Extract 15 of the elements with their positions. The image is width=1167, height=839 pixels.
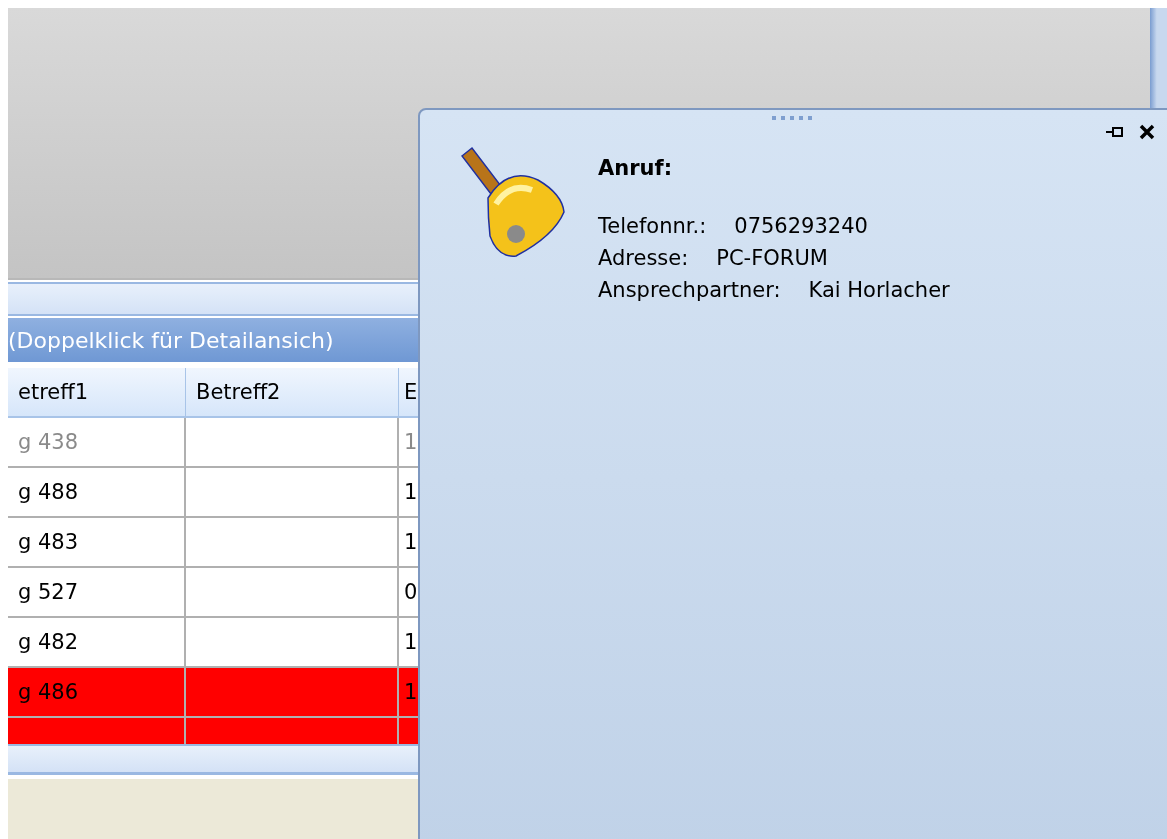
column-header[interactable]: etreff1 xyxy=(8,368,186,418)
table-cell: g 482 xyxy=(8,618,186,668)
table-cell: g 488 xyxy=(8,468,186,518)
field-value: 0756293240 xyxy=(734,213,868,240)
table-cell: g 483 xyxy=(8,518,186,568)
table-cell: g 486 xyxy=(8,668,186,718)
notification-title: Anruf: xyxy=(598,156,674,180)
column-header[interactable]: Betreff2 xyxy=(186,368,399,418)
field-value: Kai Horlacher xyxy=(808,277,950,304)
table-cell: g 438 xyxy=(8,418,186,468)
field-label: Telefonnr.: xyxy=(598,213,707,240)
field-value: PC-FORUM xyxy=(716,245,828,272)
field-label: Ansprechpartner: xyxy=(598,277,781,304)
field-label: Adresse: xyxy=(598,245,689,272)
table-cell: g 527 xyxy=(8,568,186,618)
